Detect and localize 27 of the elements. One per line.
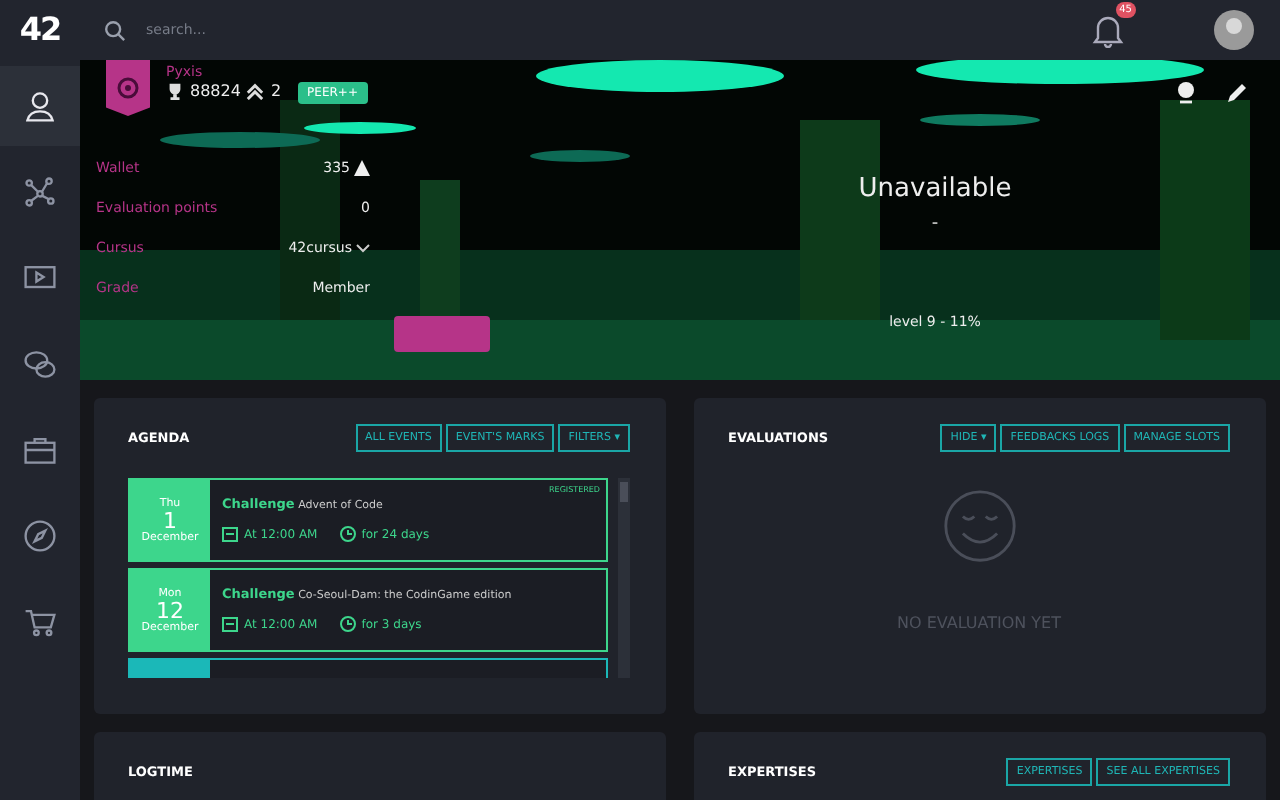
briefcase-icon <box>22 432 58 468</box>
coalition-icon <box>116 76 140 100</box>
chevron-icon[interactable] <box>356 243 370 253</box>
coin-icon <box>354 160 370 176</box>
subtitle-text: - <box>931 214 939 234</box>
edit-icon[interactable] <box>1226 80 1250 104</box>
calendar-icon <box>222 526 238 542</box>
bell-icon[interactable] <box>1092 12 1124 48</box>
search-icon <box>104 19 126 41</box>
network-icon <box>22 174 58 210</box>
points-value: 88824 <box>190 82 241 100</box>
trophy-icon <box>166 82 184 100</box>
logo[interactable]: 42 <box>19 0 61 60</box>
cart-icon <box>22 604 58 640</box>
chat-icon <box>22 346 58 382</box>
calendar-icon <box>222 616 238 632</box>
smiley-icon <box>941 488 1017 564</box>
user-icon <box>22 88 58 124</box>
sidebar-item[interactable] <box>0 66 80 146</box>
chevrons-icon <box>246 82 265 100</box>
clock-icon <box>339 526 356 542</box>
scrollbar-thumb[interactable] <box>620 482 628 502</box>
avatar-icon[interactable] <box>1212 8 1256 52</box>
title-text: Unavailable <box>858 174 1012 204</box>
rank-value: 2 <box>270 82 282 100</box>
compass-icon <box>22 518 58 554</box>
clock-icon <box>339 616 356 632</box>
